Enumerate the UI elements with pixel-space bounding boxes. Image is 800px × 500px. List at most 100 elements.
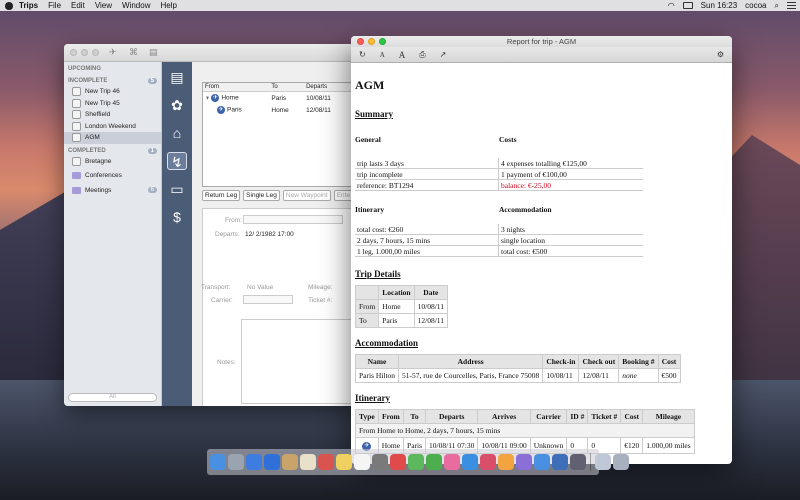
sidebar-item-sheffield[interactable]: Sheffield xyxy=(64,109,161,121)
departs-field[interactable]: 12/ 2/1982 17:00 xyxy=(245,231,294,238)
table-row[interactable]: ✈ Paris Home 12/08/11 xyxy=(203,104,351,116)
accommodation-label: Accommodation xyxy=(499,205,552,214)
report-window: Report for trip - AGM ↻ A A ⎙ ↗ ⚙ AGM Su… xyxy=(351,36,732,464)
plane-toolbar-icon[interactable]: ✈ xyxy=(109,48,119,57)
minimize-button[interactable] xyxy=(81,49,88,56)
share-icon[interactable]: ↗ xyxy=(440,50,447,59)
trips-window: ✈ ⌘ ▤ UPCOMING INCOMPLETE 5 New Trip 46 … xyxy=(64,44,364,406)
trip-icon xyxy=(72,87,81,97)
tickets-section-icon[interactable]: ▭ xyxy=(167,180,187,198)
legs-column-from[interactable]: From xyxy=(203,83,270,92)
dock-app-icon[interactable] xyxy=(282,454,298,470)
minimize-button[interactable] xyxy=(368,38,375,45)
larger-text-icon[interactable]: A xyxy=(399,50,406,60)
notes-section-icon[interactable]: ▤ xyxy=(167,68,187,86)
zoom-button[interactable] xyxy=(92,49,99,56)
itinerary-heading: Itinerary xyxy=(355,393,390,403)
search-icon[interactable]: ⌕ xyxy=(775,1,779,11)
transport-select[interactable]: No Value xyxy=(247,284,273,291)
legs-column-to[interactable]: To xyxy=(269,83,305,92)
expenses-section-icon[interactable]: $ xyxy=(167,208,187,226)
close-button[interactable] xyxy=(357,38,364,45)
table-row: From Home 10/08/11 xyxy=(354,299,449,314)
dock-app-icon[interactable] xyxy=(498,454,514,470)
table-row: To Paris 12/08/11 xyxy=(354,313,449,328)
departs-label: Departs: xyxy=(215,231,240,238)
close-button[interactable] xyxy=(70,49,77,56)
report-toolbar-icon[interactable]: ▤ xyxy=(149,48,159,57)
dock-app-icon[interactable] xyxy=(570,454,586,470)
dock-app-icon[interactable] xyxy=(444,454,460,470)
dock-app-icon[interactable] xyxy=(408,454,424,470)
legs-section-icon[interactable]: ↯ xyxy=(167,152,187,170)
sidebar-section-upcoming: UPCOMING xyxy=(68,66,101,72)
dock-app-icon[interactable] xyxy=(516,454,532,470)
map-toolbar-icon[interactable]: ⌘ xyxy=(129,48,139,57)
sidebar-item-new-trip-45[interactable]: New Trip 45 xyxy=(64,98,161,110)
legs-column-departs[interactable]: Departs xyxy=(304,83,351,92)
zoom-button[interactable] xyxy=(379,38,386,45)
apple-icon[interactable] xyxy=(5,1,13,10)
from-field[interactable] xyxy=(243,215,343,224)
summary-cell: total cost: €260 xyxy=(355,224,499,235)
dock-app-icon[interactable] xyxy=(372,454,388,470)
dock-app-icon[interactable] xyxy=(480,454,496,470)
menu-view[interactable]: View xyxy=(95,1,112,10)
gear-icon[interactable]: ⚙ xyxy=(717,50,724,59)
dock-app-icon[interactable] xyxy=(595,454,611,470)
clock[interactable]: Sun 16:23 xyxy=(701,1,737,10)
single-leg-button[interactable]: Single Leg xyxy=(243,190,280,201)
table-row[interactable]: ▼ ✈ Home Paris 10/08/11 xyxy=(203,92,351,105)
user-name[interactable]: cocoa xyxy=(745,1,766,10)
ticket-label: Ticket #: xyxy=(308,297,333,304)
carrier-field[interactable] xyxy=(243,295,293,304)
summary-cell: trip lasts 3 days xyxy=(355,158,499,169)
menu-app-name[interactable]: Trips xyxy=(19,1,38,10)
dock-app-icon[interactable] xyxy=(210,454,226,470)
table-header: Departs xyxy=(425,409,479,424)
reload-icon[interactable]: ↻ xyxy=(359,50,366,59)
sidebar-search-field[interactable]: All xyxy=(68,393,157,402)
dock-app-icon[interactable] xyxy=(390,454,406,470)
dock-app-icon[interactable] xyxy=(534,454,550,470)
settings-section-icon[interactable]: ✿ xyxy=(167,96,187,114)
dock-app-icon[interactable] xyxy=(264,454,280,470)
legs-table[interactable]: From To Departs ▼ ✈ Home Paris 10/08/11 ✈… xyxy=(202,82,352,187)
table-header: From xyxy=(377,409,405,424)
sidebar-item-london-weekend[interactable]: London Weekend xyxy=(64,121,161,133)
menu-window[interactable]: Window xyxy=(122,1,150,10)
battery-icon[interactable] xyxy=(682,2,693,9)
trash-icon[interactable] xyxy=(613,454,629,470)
dock-app-icon[interactable] xyxy=(552,454,568,470)
dock-app-icon[interactable] xyxy=(300,454,316,470)
table-header: To xyxy=(403,409,427,424)
smaller-text-icon[interactable]: A xyxy=(380,51,385,59)
dock-app-icon[interactable] xyxy=(426,454,442,470)
sidebar-group-conferences[interactable]: Conferences xyxy=(64,170,161,182)
dock-app-icon[interactable] xyxy=(354,454,370,470)
new-waypoint-button[interactable]: New Waypoint xyxy=(282,190,331,201)
sidebar-item-new-trip-46[interactable]: New Trip 46 xyxy=(64,86,161,98)
sidebar-item-bretagne[interactable]: Bretagne xyxy=(64,156,161,168)
dock-separator xyxy=(590,453,591,471)
menu-help[interactable]: Help xyxy=(160,1,176,10)
notification-center-icon[interactable] xyxy=(787,2,796,9)
return-leg-button[interactable]: Return Leg xyxy=(202,190,241,201)
dock-app-icon[interactable] xyxy=(336,454,352,470)
dock-app-icon[interactable] xyxy=(462,454,478,470)
wifi-icon[interactable]: ◠ xyxy=(668,1,675,10)
menu-file[interactable]: File xyxy=(48,1,61,10)
report-window-title: Report for trip - AGM xyxy=(506,37,577,46)
dock-app-icon[interactable] xyxy=(228,454,244,470)
print-icon[interactable]: ⎙ xyxy=(419,50,425,60)
menu-edit[interactable]: Edit xyxy=(71,1,85,10)
summary-cell: 1 payment of €100,00 xyxy=(499,169,643,180)
dock-app-icon[interactable] xyxy=(246,454,262,470)
sidebar-group-meetings[interactable]: Meetings 6 xyxy=(64,185,161,197)
table-header: Type xyxy=(355,409,379,424)
sidebar-item-agm[interactable]: AGM xyxy=(64,132,161,144)
notes-field[interactable] xyxy=(241,319,359,404)
dock-app-icon[interactable] xyxy=(318,454,334,470)
summary-cell: 3 nights xyxy=(499,224,643,235)
accommodation-section-icon[interactable]: ⌂ xyxy=(167,124,187,142)
